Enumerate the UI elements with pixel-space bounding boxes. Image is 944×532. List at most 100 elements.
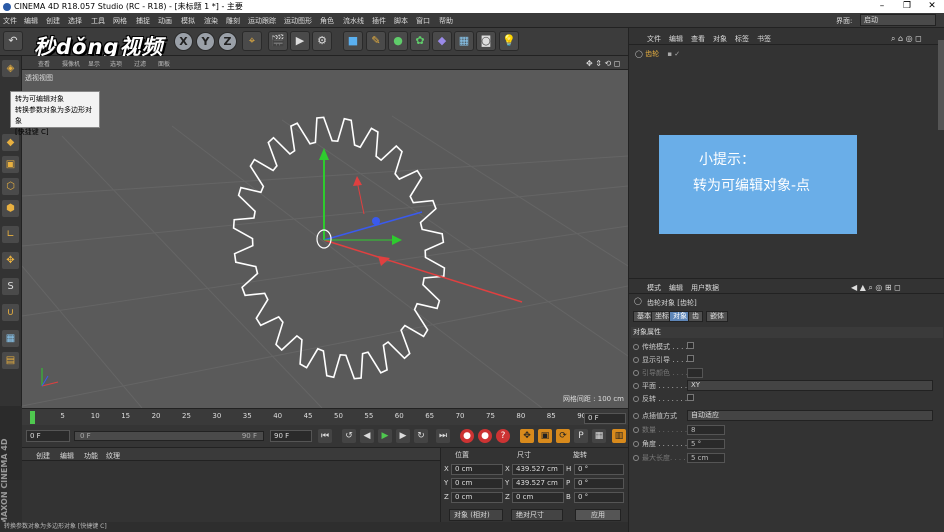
prop-angle[interactable]: 角度 . . . . . . . 5 ° — [633, 439, 725, 449]
number-field[interactable]: 8 — [687, 425, 725, 435]
menu-mograph[interactable]: 运动图形 — [284, 16, 312, 26]
menu-mesh[interactable]: 网格 — [113, 16, 127, 26]
texture-mode-icon[interactable]: ▣ — [2, 156, 19, 173]
animate-radio-icon[interactable] — [633, 455, 639, 461]
size-x-field[interactable]: 439.527 cm — [512, 464, 564, 475]
animate-radio-icon[interactable] — [633, 370, 639, 376]
tab-embed[interactable]: 嵌体 — [706, 311, 728, 322]
close-button[interactable]: ✕ — [922, 0, 942, 13]
menu-pipeline[interactable]: 流水线 — [343, 16, 364, 26]
prop-legacy-mode[interactable]: 传统模式 . . . . — [633, 342, 694, 352]
scale-key-icon[interactable]: ▣ — [538, 429, 552, 443]
menu-render[interactable]: 渲染 — [204, 16, 218, 26]
timeline-window-icon[interactable]: ▥ — [612, 429, 626, 443]
pla-key-icon[interactable]: ▦ — [592, 429, 606, 443]
render-picture-viewer-icon[interactable]: ▶ — [290, 31, 310, 51]
material-menu-create[interactable]: 创建 — [36, 451, 50, 461]
lock-workplane-icon[interactable]: ▤ — [2, 352, 19, 369]
menu-sculpt[interactable]: 雕刻 — [226, 16, 240, 26]
prop-reverse[interactable]: 反转 . . . . . . . — [633, 394, 694, 404]
tweak-mode-icon[interactable]: ✥ — [2, 252, 19, 269]
z-axis-lock-button[interactable]: Z — [218, 32, 237, 51]
apply-button[interactable]: 应用 — [575, 509, 621, 521]
minimize-button[interactable]: – — [872, 0, 892, 13]
keyframe-selection-icon[interactable]: ? — [496, 429, 510, 443]
interpolation-select[interactable]: 自动适应 — [687, 410, 933, 421]
parameter-key-icon[interactable]: P — [574, 429, 588, 443]
y-axis-lock-button[interactable]: Y — [196, 32, 215, 51]
om-menu-bookmarks[interactable]: 书签 — [757, 34, 771, 44]
position-key-icon[interactable]: ✥ — [520, 429, 534, 443]
menu-window[interactable]: 窗口 — [416, 16, 430, 26]
menu-help[interactable]: 帮助 — [439, 16, 453, 26]
next-frame-icon[interactable]: ▶ — [396, 429, 410, 443]
prop-show-guide[interactable]: 显示引导 . . . . — [633, 355, 694, 365]
show-guide-checkbox[interactable] — [687, 355, 694, 362]
om-menu-edit[interactable]: 编辑 — [669, 34, 683, 44]
edges-mode-icon[interactable]: ⬢ — [2, 200, 19, 217]
rot-h-field[interactable]: 0 ° — [574, 464, 624, 475]
animate-radio-icon[interactable] — [633, 344, 639, 350]
pos-z-field[interactable]: 0 cm — [451, 492, 503, 503]
menu-select[interactable]: 选择 — [68, 16, 82, 26]
playhead[interactable] — [30, 411, 35, 424]
magnet-icon[interactable]: ∪ — [2, 304, 19, 321]
viewport-menu-cameras[interactable]: 摄像机 — [62, 59, 80, 68]
restore-button[interactable]: ❐ — [897, 0, 917, 13]
rot-p-field[interactable]: 0 ° — [574, 478, 624, 489]
object-manager-scrollbar[interactable] — [938, 40, 944, 130]
rot-b-field[interactable]: 0 ° — [574, 492, 624, 503]
go-to-end-icon[interactable]: ⏭ — [436, 429, 450, 443]
animate-radio-icon[interactable] — [633, 427, 639, 433]
prop-plane[interactable]: 平面 . . . . . . . XY — [633, 380, 933, 391]
menu-script[interactable]: 脚本 — [394, 16, 408, 26]
legacy-mode-checkbox[interactable] — [687, 342, 694, 349]
perspective-viewport[interactable]: 查看 摄像机 显示 选项 过滤 面板 ✥ ⇕ ⟲ ◻ 透视视图 网格间距 : 1… — [22, 56, 628, 408]
visibility-toggle-icon[interactable]: ▪ ✓ — [667, 50, 680, 58]
material-menu-function[interactable]: 功能 — [84, 451, 98, 461]
angle-field[interactable]: 5 ° — [687, 439, 725, 449]
am-menu-mode[interactable]: 模式 — [647, 283, 661, 293]
animate-radio-icon[interactable] — [633, 413, 639, 419]
layout-select[interactable]: 启动 — [860, 14, 936, 26]
pos-x-field[interactable]: 0 cm — [451, 464, 503, 475]
viewport-menu-panel[interactable]: 面板 — [158, 59, 170, 68]
animate-radio-icon[interactable] — [633, 357, 639, 363]
previous-key-icon[interactable]: ↺ — [342, 429, 356, 443]
plane-select[interactable]: XY — [687, 380, 933, 391]
points-mode-icon[interactable]: ⬡ — [2, 178, 19, 195]
max-length-field[interactable]: 5 cm — [687, 453, 725, 463]
rotation-key-icon[interactable]: ⟳ — [556, 429, 570, 443]
x-axis-lock-button[interactable]: X — [174, 32, 193, 51]
current-frame-field[interactable]: 0 F — [584, 413, 626, 424]
menu-simulate[interactable]: 模拟 — [181, 16, 195, 26]
pos-y-field[interactable]: 0 cm — [451, 478, 503, 489]
coordinate-mode-select[interactable]: 对象 (相对) — [449, 509, 503, 521]
pen-spline-icon[interactable]: ✎ — [366, 31, 386, 51]
viewport-menu-view[interactable]: 查看 — [38, 59, 50, 68]
animate-radio-icon[interactable] — [633, 441, 639, 447]
light-icon[interactable]: 💡 — [499, 31, 519, 51]
am-menu-userdata[interactable]: 用户数据 — [691, 283, 719, 293]
material-menu-edit[interactable]: 编辑 — [60, 451, 74, 461]
record-keys-icon[interactable]: ● — [460, 429, 474, 443]
camera-icon[interactable]: ◙ — [476, 31, 496, 51]
tab-tooth[interactable]: 齿 — [688, 311, 703, 322]
subdivision-icon[interactable]: ● — [388, 31, 408, 51]
menu-create[interactable]: 创建 — [46, 16, 60, 26]
menu-file[interactable]: 文件 — [3, 16, 17, 26]
autokey-icon[interactable]: ● — [478, 429, 492, 443]
size-z-field[interactable]: 0 cm — [512, 492, 564, 503]
floor-icon[interactable]: ▦ — [454, 31, 474, 51]
next-key-icon[interactable]: ↻ — [414, 429, 428, 443]
array-icon[interactable]: ✿ — [410, 31, 430, 51]
menu-tools[interactable]: 工具 — [91, 16, 105, 26]
om-menu-view[interactable]: 查看 — [691, 34, 705, 44]
menu-character[interactable]: 角色 — [320, 16, 334, 26]
reverse-checkbox[interactable] — [687, 394, 694, 401]
menu-motion-tracker[interactable]: 运动跟踪 — [248, 16, 276, 26]
render-settings-icon[interactable]: ⚙ — [312, 31, 332, 51]
render-view-icon[interactable]: 🎬 — [268, 31, 288, 51]
size-y-field[interactable]: 439.527 cm — [512, 478, 564, 489]
cube-icon[interactable]: ■ — [343, 31, 363, 51]
